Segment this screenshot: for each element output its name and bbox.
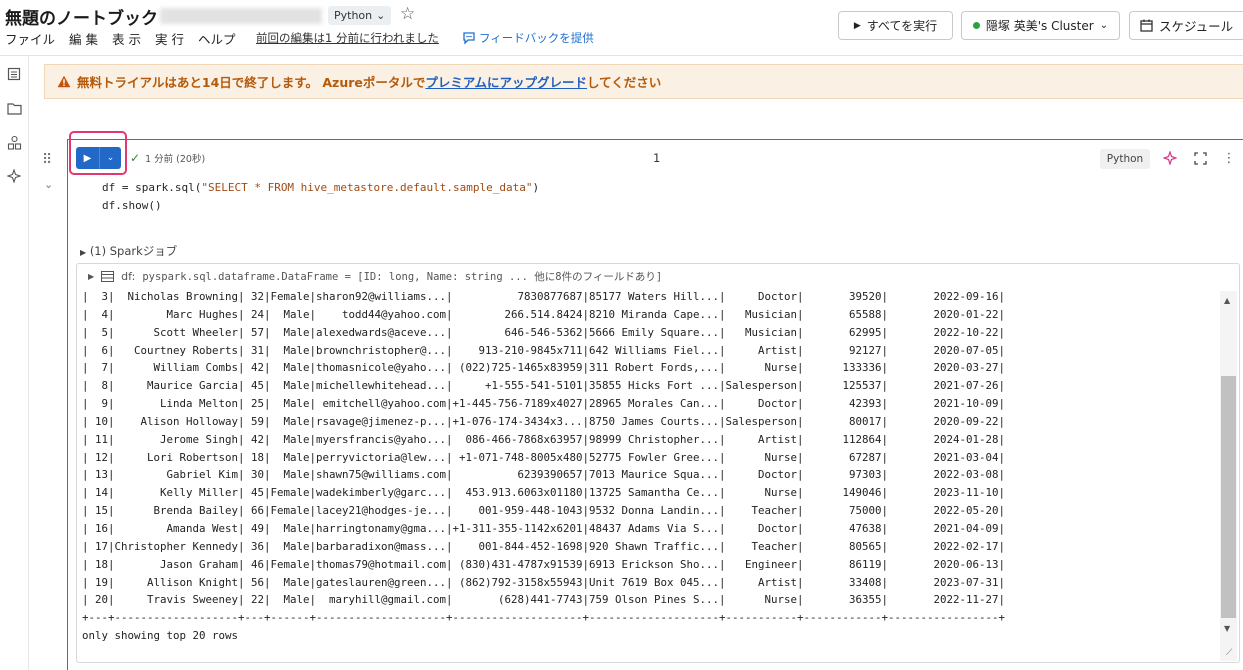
code-text: df = spark.sql(	[102, 181, 202, 194]
chevron-down-icon: ⌄	[376, 9, 386, 22]
cluster-label: 隠塚 英美's Cluster	[985, 19, 1094, 33]
last-edit-link[interactable]: 前回の編集は1 分前に行われました	[256, 30, 439, 46]
table-row: | 18| Jason Graham| 46|Female|thomas79@h…	[82, 557, 1006, 571]
table-row: | 4| Marc Hughes| 24| Male| todd44@yahoo…	[82, 307, 1006, 321]
assistant-sparkle-icon[interactable]	[1162, 150, 1178, 166]
shapes-icon[interactable]	[4, 132, 24, 152]
expand-triangle-icon: ▶	[88, 272, 95, 281]
scroll-down-icon[interactable]: ▼	[1224, 624, 1230, 633]
table-of-contents-icon[interactable]	[4, 64, 24, 84]
table-row: | 7| William Combs| 42| Male|thomasnicol…	[82, 361, 1006, 375]
df-label: df:	[121, 270, 136, 283]
table-row: | 13| Gabriel Kim| 30| Male|shawn75@will…	[82, 468, 1006, 482]
chevron-down-icon: ⌄	[1099, 20, 1109, 31]
play-icon: ▶	[853, 20, 861, 31]
menu-view[interactable]: 表 示	[112, 29, 141, 48]
run-status-text: 1 分前 (20秒)	[145, 154, 206, 165]
table-row: | 20| Travis Sweeney| 22| Male| maryhill…	[82, 593, 1006, 607]
run-all-label: すべてを実行	[866, 19, 938, 33]
fullscreen-icon[interactable]	[1192, 150, 1208, 166]
collapse-chevron-icon[interactable]: ⌄	[44, 178, 53, 191]
dataframe-schema-toggle[interactable]: ▶ df: pyspark.sql.dataframe.DataFrame = …	[88, 269, 662, 284]
sql-string: "SELECT * FROM hive_metastore.default.sa…	[201, 181, 533, 194]
code-line-2: df.show()	[102, 199, 162, 212]
trial-warning-banner: 無料トライアルはあと14日で終了します。 Azureポータルでプレミアムにアップ…	[44, 64, 1243, 99]
calendar-icon	[1140, 19, 1153, 32]
table-border: +---+-------------------+---+------+----…	[82, 611, 1006, 625]
upgrade-link[interactable]: プレミアムにアップグレード	[425, 75, 587, 90]
highlight-box	[69, 131, 127, 175]
language-selector[interactable]: Python ⌄	[328, 6, 392, 25]
spark-jobs-toggle[interactable]: ▶ (1) Sparkジョブ	[80, 243, 177, 259]
menu-file[interactable]: ファイル	[5, 29, 55, 48]
blurred-path	[160, 8, 322, 24]
comment-icon	[463, 32, 475, 45]
df-type: pyspark.sql.dataframe.DataFrame = [ID: l…	[142, 271, 663, 283]
check-icon: ✓	[130, 151, 141, 165]
menu-bar: ファイル 編 集 表 示 実 行 ヘルプ	[5, 29, 235, 48]
schedule-button[interactable]: スケジュール	[1129, 11, 1243, 40]
folder-icon[interactable]	[4, 98, 24, 118]
spark-jobs-label: (1) Sparkジョブ	[89, 244, 178, 258]
more-options-icon[interactable]: ⋮	[1221, 150, 1237, 166]
banner-prefix: 無料トライアルはあと14日で終了します。 Azureポータルで	[77, 75, 426, 90]
table-icon	[101, 271, 115, 282]
cell-number: 1	[653, 151, 661, 165]
cluster-selector[interactable]: 隠塚 英美's Cluster ⌄	[961, 11, 1120, 40]
code-text: )	[532, 181, 540, 194]
code-line-1: df = spark.sql("SELECT * FROM hive_metas…	[102, 181, 539, 194]
banner-text: 無料トライアルはあと14日で終了します。 Azureポータルでプレミアムにアップ…	[77, 72, 661, 91]
feedback-link[interactable]: フィードバックを提供	[462, 30, 594, 46]
table-row: | 15| Brenda Bailey| 66|Female|lacey21@h…	[82, 504, 1006, 518]
cell-language-tag[interactable]: Python	[1100, 149, 1150, 169]
banner-suffix: してください	[587, 75, 662, 90]
expand-triangle-icon: ▶	[80, 248, 87, 257]
top-bar: 無題のノートブック Python ⌄ ☆ ファイル 編 集 表 示 実 行 ヘル…	[0, 0, 1243, 56]
assistant-sparkle-icon[interactable]	[4, 166, 24, 186]
table-row: | 19| Allison Knight| 56| Male|gateslaur…	[82, 575, 1006, 589]
run-all-button[interactable]: ▶ すべてを実行	[838, 11, 953, 40]
notebook-title[interactable]: 無題のノートブック	[5, 4, 158, 29]
table-row: | 14| Kelly Miller| 45|Female|wadekimber…	[82, 486, 1006, 500]
output-footer: only showing top 20 rows	[82, 629, 239, 643]
schedule-label: スケジュール	[1159, 19, 1234, 34]
resize-grip-icon[interactable]: ⟋	[1226, 648, 1232, 658]
star-icon[interactable]: ☆	[400, 4, 415, 24]
menu-run[interactable]: 実 行	[155, 29, 184, 48]
scrollbar-thumb[interactable]	[1221, 376, 1236, 618]
code-editor[interactable]: df = spark.sql("SELECT * FROM hive_metas…	[102, 179, 539, 215]
feedback-label: フィードバックを提供	[479, 31, 594, 45]
table-row: | 8| Maurice Garcia| 45| Male|michellewh…	[82, 379, 1006, 393]
menu-help[interactable]: ヘルプ	[198, 29, 236, 48]
language-label: Python	[334, 9, 373, 22]
table-row: | 3| Nicholas Browning| 32|Female|sharon…	[82, 290, 1006, 303]
table-row: | 9| Linda Melton| 25| Male| emitchell@y…	[82, 397, 1006, 411]
left-rail	[0, 56, 29, 670]
cell-run-status: ✓ 1 分前 (20秒)	[130, 151, 205, 165]
menu-edit[interactable]: 編 集	[69, 29, 98, 48]
scroll-up-icon[interactable]: ▲	[1224, 296, 1230, 305]
warning-icon	[57, 75, 71, 88]
table-row: | 10| Alison Holloway| 59| Male|rsavage@…	[82, 414, 1006, 428]
table-row: | 16| Amanda West| 49| Male|harringtonam…	[82, 521, 1006, 535]
cluster-status-icon	[972, 22, 980, 29]
dataframe-output: | 3| Nicholas Browning| 32|Female|sharon…	[82, 288, 1212, 653]
table-row: | 12| Lori Robertson| 18| Male|perryvict…	[82, 450, 1006, 464]
table-row: | 6| Courtney Roberts| 31| Male|brownchr…	[82, 343, 1006, 357]
table-row: | 5| Scott Wheeler| 57| Male|alexedwards…	[82, 325, 1006, 339]
drag-handle-icon[interactable]: ⠿	[42, 152, 52, 168]
table-row: | 11| Jerome Singh| 42| Male|myersfranci…	[82, 432, 1006, 446]
table-row: | 17|Christopher Kennedy| 36| Male|barba…	[82, 539, 1006, 553]
